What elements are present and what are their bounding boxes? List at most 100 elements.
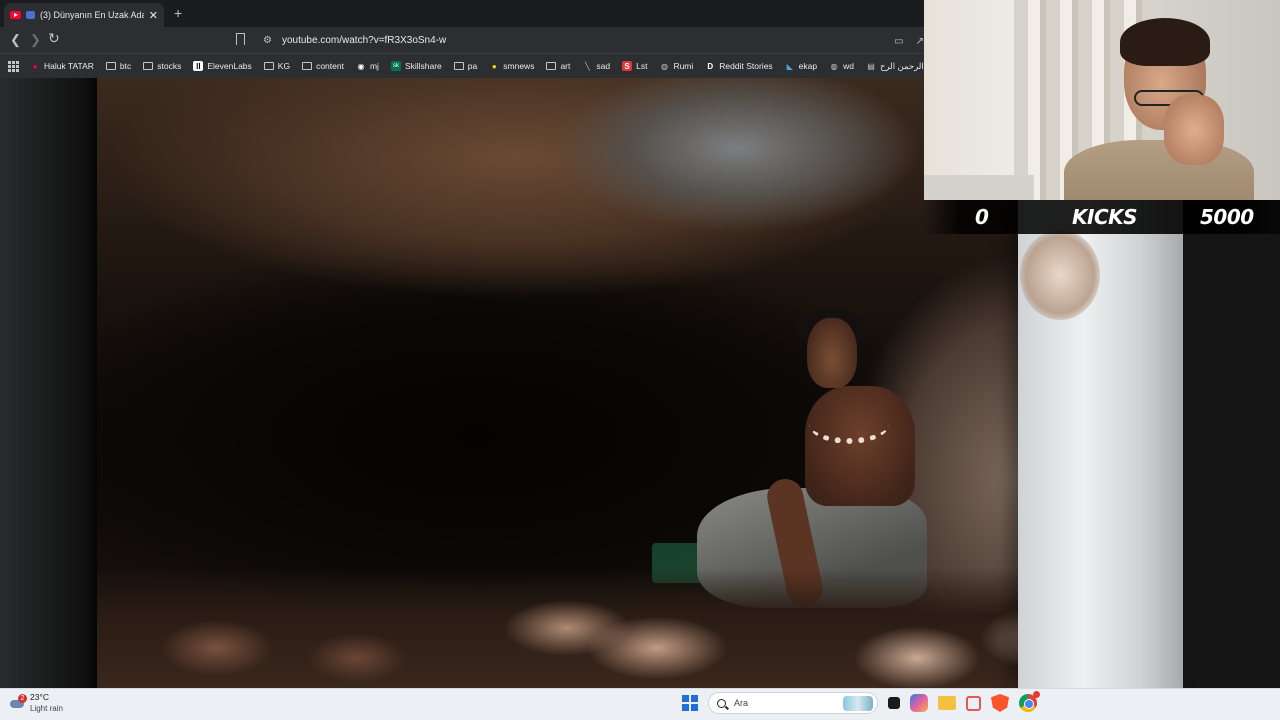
folder-icon — [302, 61, 313, 71]
youtube-favicon-icon — [10, 11, 21, 19]
bookmark-label: mj — [369, 61, 379, 71]
chrome-icon[interactable] — [1019, 691, 1040, 712]
folder-icon — [453, 61, 464, 71]
forward-button[interactable]: ❯ — [30, 32, 41, 48]
bookmark-item[interactable]: ll ElevenLabs — [193, 61, 252, 71]
rain-cloud-icon: 2 — [8, 694, 27, 710]
kicks-label: KICKS — [1072, 205, 1138, 229]
right-stream-border — [1183, 200, 1280, 688]
close-tab-icon[interactable]: ✕ — [149, 9, 158, 22]
file-explorer-icon[interactable] — [938, 696, 956, 710]
bookmark-item[interactable]: pa — [453, 61, 478, 71]
bookmark-item[interactable]: KG — [263, 61, 291, 71]
skillshare-icon: sk — [390, 61, 401, 71]
kicks-goal-count: 5000 — [1200, 205, 1254, 229]
elevenlabs-icon: ll — [193, 61, 204, 71]
taskbar-apps: Ara — [682, 691, 1040, 714]
left-stream-border — [0, 78, 97, 688]
slash-icon: ╲ — [584, 61, 590, 71]
bookmark-item[interactable]: S Lst — [622, 61, 647, 71]
browser-toolbar: ❮ ❯ ↻ ⚙ youtube.com/watch?v=fR3X3oSn4-w … — [0, 27, 924, 53]
webcam-overlay — [924, 0, 1280, 200]
kicks-goal-bar: 0 KICKS 5000 — [924, 200, 1280, 234]
bookmark-item[interactable]: ◍ wd — [829, 61, 854, 71]
bookmark-label: Skillshare — [404, 61, 442, 71]
bookmark-item[interactable]: ╲ sad — [582, 61, 610, 71]
install-app-icon[interactable]: ▭ — [894, 36, 903, 47]
bookmark-label: الله الرحمن الرح... — [879, 60, 924, 71]
folder-icon — [263, 61, 274, 71]
bookmark-item[interactable]: ◉ mj — [356, 61, 379, 71]
search-placeholder: Ara — [734, 698, 749, 708]
globe-icon: ◍ — [660, 61, 668, 71]
task-view-icon[interactable] — [888, 697, 900, 709]
share-icon[interactable]: ↗ — [916, 36, 924, 47]
bookmark-label: pa — [467, 61, 478, 71]
smiley-icon: ● — [491, 61, 497, 71]
search-icon — [717, 698, 726, 708]
bookmark-item[interactable]: stocks — [143, 61, 181, 71]
brave-browser-icon[interactable] — [991, 694, 1009, 712]
kicks-current-count: 0 — [975, 205, 989, 229]
bookmark-item[interactable]: ◍ Rumi — [659, 61, 693, 71]
browser-window: (3) Dünyanın En Uzak Adasına ✕ + ❮ ❯ ↻ ⚙… — [0, 0, 924, 78]
bookmark-item[interactable]: sk Skillshare — [390, 61, 442, 71]
bookmark-label: smnews — [503, 61, 535, 71]
site-info-icon[interactable]: ⚙ — [263, 35, 272, 46]
bookmark-item[interactable]: btc — [105, 61, 132, 71]
bookmark-item[interactable]: D Reddit Stories — [705, 61, 772, 71]
address-bar[interactable]: ⚙ youtube.com/watch?v=fR3X3oSn4-w ▭ ↗ — [256, 30, 924, 51]
back-button[interactable]: ❮ — [10, 32, 21, 48]
bird-icon: ◣ — [786, 61, 793, 71]
bookmark-label: ElevenLabs — [207, 61, 252, 71]
weather-temperature: 23°C — [30, 692, 49, 702]
weather-condition: Light rain — [30, 704, 63, 713]
bookmark-label: Haluk TATAR — [44, 61, 94, 71]
bookmark-label: btc — [119, 61, 132, 71]
tab-group-icon — [26, 11, 35, 19]
apps-grid-icon — [7, 61, 19, 72]
s-logo-icon: S — [622, 61, 633, 71]
stream-overlay-pillar-top — [1020, 230, 1100, 320]
snipping-tool-icon[interactable] — [966, 695, 981, 711]
bookmark-label: wd — [843, 61, 854, 71]
bookmark-label: ekap — [798, 61, 818, 71]
bookmark-item[interactable]: art — [546, 61, 570, 71]
url-text[interactable]: youtube.com/watch?v=fR3X3oSn4-w — [282, 35, 446, 46]
bookmark-label: Rumi — [673, 61, 694, 71]
bookmark-icon[interactable] — [236, 33, 245, 45]
start-button[interactable] — [682, 695, 698, 711]
apps-button[interactable] — [7, 61, 19, 72]
taskbar: 2 23°C Light rain Ara — [0, 688, 1280, 720]
bookmark-item[interactable]: content — [302, 61, 344, 71]
omnibox-actions: ▭ ↗ — [894, 36, 924, 47]
tab-youtube[interactable]: (3) Dünyanın En Uzak Adasına ✕ — [4, 3, 164, 27]
bookmark-item[interactable]: ◣ ekap — [785, 61, 818, 71]
tab-title: (3) Dünyanın En Uzak Adasına — [40, 10, 144, 20]
new-tab-button[interactable]: + — [174, 5, 182, 21]
search-highlight-image — [843, 696, 873, 711]
globe-icon: ◍ — [830, 61, 838, 71]
bookmark-label: art — [560, 61, 571, 71]
page-icon: ▤ — [867, 61, 875, 71]
bookmark-item[interactable]: ▤ الله الرحمن الرح... — [866, 61, 924, 72]
weather-widget[interactable]: 2 23°C Light rain — [8, 692, 63, 714]
bookmark-item[interactable]: ● smnews — [489, 61, 535, 71]
notification-badge: 2 — [18, 694, 27, 703]
tab-strip: (3) Dünyanın En Uzak Adasına ✕ + — [0, 0, 924, 27]
d-logo-icon: D — [707, 61, 714, 71]
bookmark-item[interactable]: ● Haluk TATAR — [30, 61, 94, 71]
bookmark-label: Reddit Stories — [719, 61, 773, 71]
bookmark-label: stocks — [157, 61, 182, 71]
copilot-icon[interactable] — [910, 694, 928, 712]
taskbar-search[interactable]: Ara — [708, 692, 878, 714]
bookmark-label: content — [316, 61, 344, 71]
youtube-icon: ● — [32, 61, 38, 71]
bookmark-label: KG — [277, 61, 291, 71]
bookmark-label: Lst — [636, 61, 648, 71]
github-icon: ◉ — [357, 61, 365, 71]
reload-button[interactable]: ↻ — [48, 30, 60, 47]
folder-icon — [105, 61, 116, 71]
folder-icon — [546, 61, 557, 71]
folder-icon — [143, 61, 154, 71]
